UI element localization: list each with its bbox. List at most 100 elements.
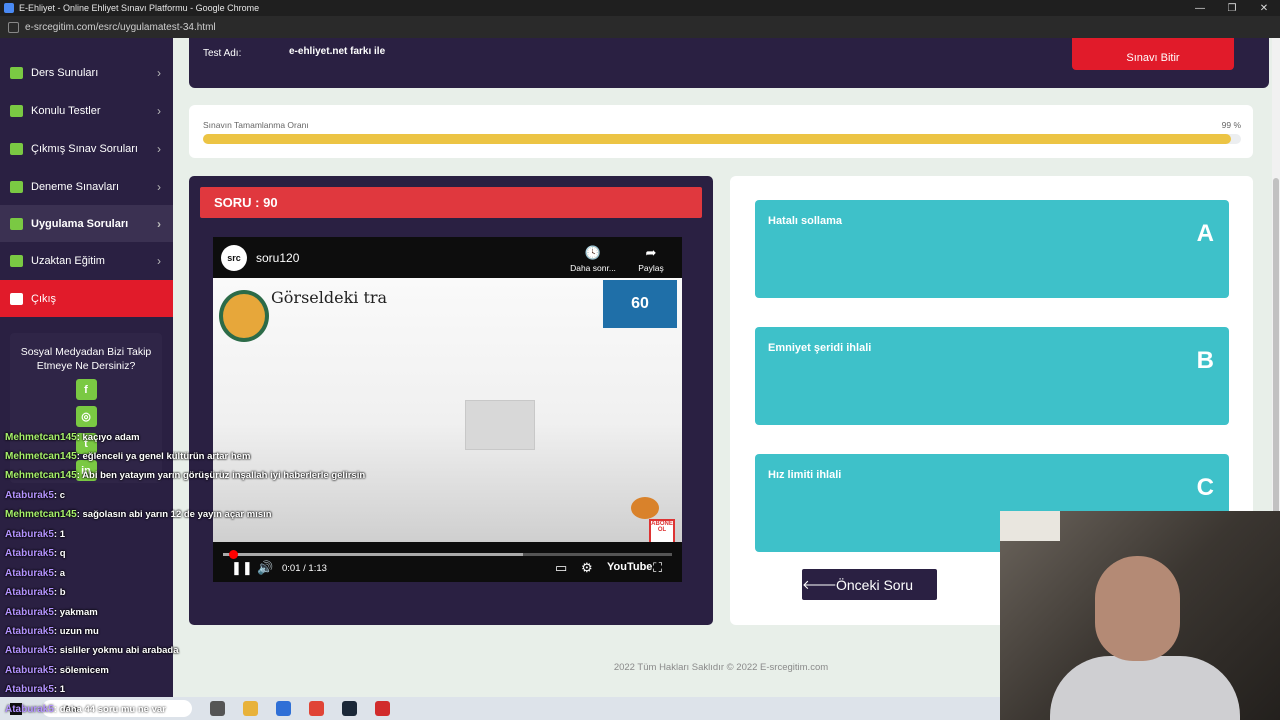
sidebar-item-label: Uzaktan Eğitim — [31, 254, 105, 267]
chat-text: : sağolasın abi yarın 12 de yayın açar m… — [76, 509, 272, 520]
chat-message: Mehmetcan145: kaçıyo adam — [5, 428, 140, 447]
sidebar-item-label: Ders Sunuları — [31, 66, 99, 79]
chat-text: : yakmam — [53, 607, 98, 618]
chat-user: Ataburak5 — [5, 548, 54, 559]
chat-user: Ataburak5 — [5, 626, 54, 637]
url-text[interactable]: e-srcegitim.com/esrc/uygulamatest-34.htm… — [25, 22, 216, 33]
window-title: E-Ehliyet - Online Ehliyet Sınavı Platfo… — [19, 3, 260, 13]
site-info-icon[interactable] — [8, 21, 19, 33]
file-explorer-icon[interactable] — [243, 701, 258, 716]
watch-later-button[interactable]: 🕓 Daha sonr... — [565, 245, 621, 273]
chrome-icon — [4, 3, 14, 13]
sidebar-item-uzaktan-egitim[interactable]: Uzaktan Eğitim › — [0, 242, 173, 279]
sidebar-item-cikmis-sorular[interactable]: Çıkmış Sınav Soruları › — [0, 130, 173, 167]
webcam-person-body — [1050, 656, 1240, 720]
chat-user: Mehmetcan145 — [5, 470, 77, 481]
video-thumbnail — [465, 400, 535, 450]
youtube-logo[interactable]: YouTube — [607, 561, 652, 573]
chat-message: Ataburak5: sölemicem — [5, 661, 109, 680]
previous-question-button[interactable]: 🡐 Önceki Soru — [802, 569, 937, 600]
book-icon — [10, 142, 23, 155]
chat-user: Ataburak5 — [5, 645, 54, 656]
facebook-icon[interactable]: f — [75, 379, 97, 400]
clipboard-icon — [10, 104, 23, 117]
sidebar-item-label: Deneme Sınavları — [31, 180, 120, 193]
channel-logo[interactable]: src — [221, 245, 247, 271]
obs-icon[interactable] — [375, 701, 390, 716]
outlook-icon[interactable] — [276, 701, 291, 716]
chat-message: Ataburak5: c — [5, 486, 65, 505]
subscribe-badge[interactable]: ABONE OL — [649, 519, 675, 542]
logout-icon — [10, 292, 23, 305]
share-button[interactable]: ➦ Paylaş — [623, 245, 679, 273]
laptop-icon — [10, 254, 23, 267]
sidebar-item-label: Çıkmış Sınav Soruları — [31, 142, 138, 155]
browser-titlebar: E-Ehliyet - Online Ehliyet Sınavı Platfo… — [0, 0, 1280, 16]
chat-user: Ataburak5 — [5, 587, 54, 598]
chevron-right-icon: › — [157, 253, 161, 268]
answer-key: A — [1196, 220, 1214, 247]
chat-message: Ataburak5: sisliler yokmu abi arabada — [5, 641, 179, 660]
sidebar-item-konulu-testler[interactable]: Konulu Testler › — [0, 92, 173, 129]
chat-user: Ataburak5 — [5, 607, 54, 618]
video-title[interactable]: soru120 — [256, 251, 299, 265]
chat-user: Ataburak5 — [5, 665, 54, 676]
minimize-button[interactable]: — — [1184, 3, 1216, 14]
progress-fill — [203, 134, 1231, 144]
chevron-right-icon: › — [157, 216, 161, 231]
chat-text: : c — [53, 490, 65, 501]
chat-text: : sisliler yokmu abi arabada — [53, 645, 179, 656]
chrome-taskbar-icon[interactable] — [309, 701, 324, 716]
sidebar-item-cikis[interactable]: Çıkış — [0, 280, 173, 317]
chat-text: : kaçıyo adam — [76, 432, 140, 443]
address-bar[interactable]: e-srcegitim.com/esrc/uygulamatest-34.htm… — [0, 16, 1280, 38]
exam-icon — [10, 180, 23, 193]
chat-text: : daha 44 soru mu ne var — [53, 704, 166, 715]
chat-user: Ataburak5 — [5, 704, 54, 715]
watch-later-label: Daha sonr... — [570, 263, 616, 273]
webcam-lamp — [1000, 511, 1060, 541]
chevron-right-icon: › — [157, 179, 161, 194]
previous-question-label: Önceki Soru — [836, 576, 914, 593]
progress-label: Sınavın Tamamlanma Oranı — [203, 120, 309, 130]
task-view-icon[interactable] — [210, 701, 225, 716]
sidebar-item-label: Çıkış — [31, 292, 57, 305]
chat-message: Ataburak5: uzun mu — [5, 622, 99, 641]
chat-message: Ataburak5: b — [5, 583, 66, 602]
chat-text: : 1 — [53, 529, 65, 540]
settings-icon[interactable]: ⚙ — [581, 560, 593, 576]
sidebar-item-label: Konulu Testler — [31, 104, 101, 117]
subtitles-icon[interactable]: ▭ — [555, 560, 567, 576]
chat-text: : 1 — [53, 684, 65, 695]
chat-message: Mehmetcan145: Abi ben yatayım yarın görü… — [5, 466, 365, 485]
steam-icon[interactable] — [342, 701, 357, 716]
chat-message: Ataburak5: 1 — [5, 525, 65, 544]
sidebar-item-uygulama-sorulari[interactable]: Uygulama Soruları › — [0, 205, 173, 242]
orange-orb — [631, 497, 659, 519]
share-label: Paylaş — [638, 263, 664, 273]
clock-icon: 🕓 — [584, 245, 602, 260]
chat-text: : b — [53, 587, 66, 598]
answer-option-b[interactable]: Emniyet şeridi ihlali B — [755, 327, 1229, 425]
webcam-person-head — [1095, 556, 1180, 661]
chat-user: Ataburak5 — [5, 568, 54, 579]
chat-text: : sölemicem — [53, 665, 109, 676]
sidebar-item-label: Uygulama Soruları — [31, 217, 129, 230]
restore-button[interactable]: ❐ — [1216, 3, 1248, 14]
answer-option-a[interactable]: Hatalı sollama A — [755, 200, 1229, 298]
finish-exam-button[interactable]: Sınavı Bitir — [1072, 38, 1234, 70]
chat-user: Mehmetcan145 — [5, 509, 77, 520]
chat-message: Ataburak5: a — [5, 564, 65, 583]
social-prompt: Sosyal Medyadan Bizi Takip Etmeye Ne Der… — [20, 346, 152, 372]
fullscreen-icon[interactable]: ⛶ — [653, 560, 662, 576]
sidebar-item-deneme-sinavlari[interactable]: Deneme Sınavları › — [0, 168, 173, 205]
chevron-right-icon: › — [157, 103, 161, 118]
sidebar-item-ders-sunulari[interactable]: Ders Sunuları › — [0, 54, 173, 91]
chat-message: Mehmetcan145: sağolasın abi yarın 12 de … — [5, 505, 272, 524]
chat-user: Mehmetcan145 — [5, 432, 77, 443]
car-icon — [10, 217, 23, 230]
timer-badge: 60 — [603, 280, 677, 328]
close-button[interactable]: ✕ — [1248, 3, 1280, 14]
chat-message: Ataburak5: yakmam — [5, 603, 98, 622]
progress-card: Sınavın Tamamlanma Oranı 99 % — [189, 105, 1253, 158]
